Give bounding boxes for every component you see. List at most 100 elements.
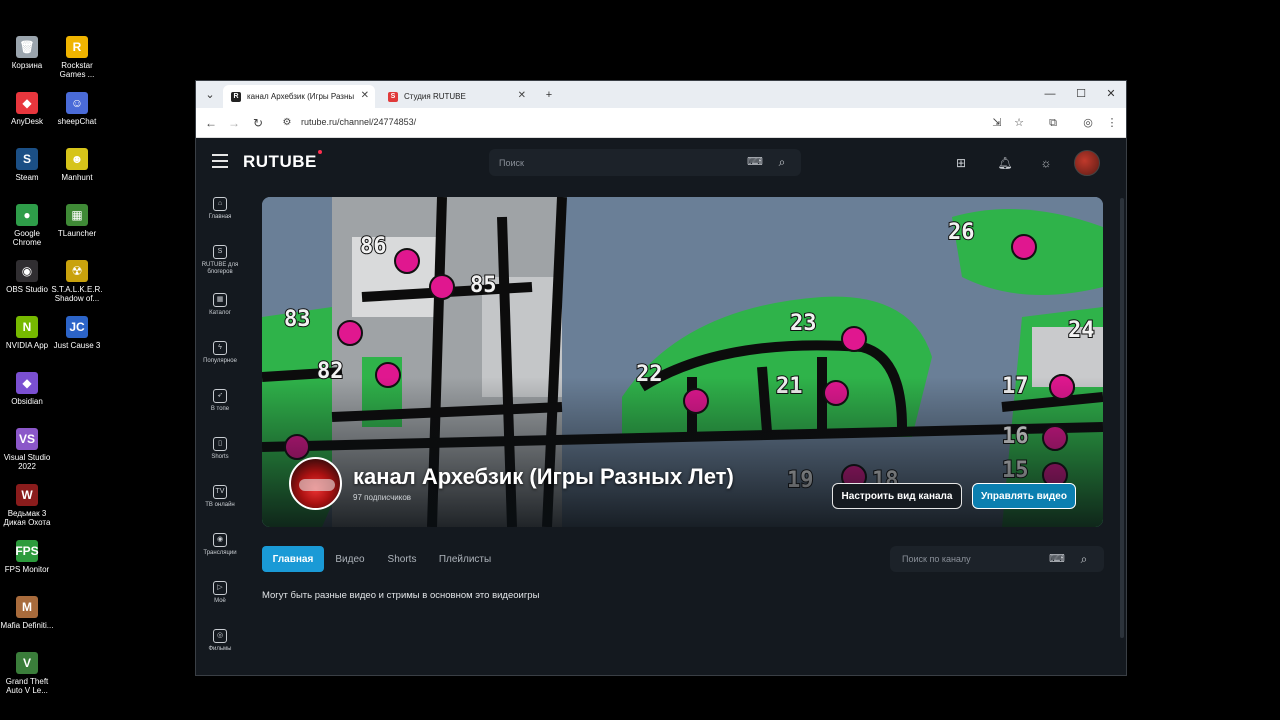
desktop-icon-label: Mafia Definiti... <box>0 621 54 630</box>
user-avatar[interactable] <box>1074 150 1100 176</box>
bookmark-star-icon[interactable]: ☆ <box>1011 115 1027 131</box>
search-icon[interactable]: ⌕ <box>774 154 790 170</box>
customize-channel-button[interactable]: Настроить вид канала <box>832 483 962 509</box>
desktop-icon-label: AnyDesk <box>10 117 43 126</box>
desktop-icon[interactable]: ▦ TLauncher <box>50 204 104 238</box>
channel-tab-playlists[interactable]: Плейлисты <box>434 546 496 572</box>
site-info-icon[interactable]: ⚙ <box>279 115 295 131</box>
desktop-icon-label: Obsidian <box>11 397 43 406</box>
desktop-icon[interactable]: JC Just Cause 3 <box>50 316 104 350</box>
app-icon: R <box>66 36 88 58</box>
desktop-icon[interactable]: N NVIDIA App <box>0 316 54 350</box>
desktop-icon[interactable]: ◆ Obsidian <box>0 372 54 406</box>
sidebar-item[interactable]: ϟ Популярное <box>196 341 244 365</box>
forward-icon[interactable]: → <box>226 115 242 131</box>
desktop-icon[interactable]: ☻ Manhunt <box>50 148 104 182</box>
desktop-icon-label: Rockstar Games ... <box>59 61 95 79</box>
url-field[interactable]: rutube.ru/channel/24774853/ <box>301 117 416 127</box>
maximize-icon[interactable]: ☐ <box>1071 86 1091 102</box>
map-pink-marker <box>394 248 420 274</box>
upload-icon[interactable]: ⊞ <box>953 155 969 171</box>
app-icon: VS <box>16 428 38 450</box>
keyboard-icon[interactable]: ⌨ <box>747 154 763 170</box>
notifications-bell-icon[interactable]: 🔔︎ <box>997 155 1013 171</box>
reload-icon[interactable]: ↻ <box>250 115 266 131</box>
sidebar-item[interactable]: S RUTUBE для блогеров <box>196 245 244 276</box>
desktop-icon[interactable]: S Steam <box>0 148 54 182</box>
sidebar-item-label: Shorts <box>211 454 229 460</box>
sidebar-item[interactable]: ➶ В топе <box>196 389 244 413</box>
desktop-icon[interactable]: 🗑 Корзина <box>0 36 54 70</box>
back-icon[interactable]: ← <box>203 115 219 131</box>
sidebar-item[interactable]: TV ТВ онлайн <box>196 485 244 509</box>
sidebar-item[interactable]: ◎ Фильмы <box>196 629 244 653</box>
desktop-icon[interactable]: VS Visual Studio 2022 <box>0 428 54 471</box>
minimize-icon[interactable]: — <box>1040 86 1060 102</box>
profile-icon[interactable]: ◎ <box>1080 115 1096 131</box>
tab-search-chevron-icon[interactable]: ⌄ <box>202 87 218 103</box>
sidebar-item-label: В топе <box>210 406 230 412</box>
desktop-icon[interactable]: R Rockstar Games ... <box>50 36 104 79</box>
desktop-icon-label: Steam <box>15 173 39 182</box>
map-pink-marker <box>429 274 455 300</box>
menu-kebab-icon[interactable]: ⋮ <box>1104 115 1120 131</box>
tab-studio[interactable]: S Студия RUTUBE ✕ <box>380 85 532 108</box>
manage-videos-button[interactable]: Управлять видео <box>972 483 1076 509</box>
browser-window: ⌄ R канал Архебзик (Игры Разны ✕ S Студи… <box>195 80 1127 676</box>
channel-tab-videos[interactable]: Видео <box>328 546 372 572</box>
desktop-icon[interactable]: W Ведьмак 3 Дикая Охота <box>0 484 54 527</box>
desktop-icon[interactable]: ☢ S.T.A.L.K.E.R. Shadow of... <box>50 260 104 303</box>
sidebar-item[interactable]: ▷ Моё <box>196 581 244 605</box>
sidebar-item-label: ТВ онлайн <box>205 502 235 508</box>
close-window-icon[interactable]: ✕ <box>1101 86 1121 102</box>
desktop-icon-label: S.T.A.L.K.E.R. Shadow of... <box>51 285 103 303</box>
address-bar: ← → ↻ ⚙ rutube.ru/channel/24774853/ ⇲ ☆ … <box>196 108 1126 138</box>
app-icon: JC <box>66 316 88 338</box>
channel-avatar[interactable] <box>289 457 342 510</box>
desktop-icon[interactable]: ● Google Chrome <box>0 204 54 247</box>
tab-close-icon[interactable]: ✕ <box>518 90 526 101</box>
desktop-icon[interactable]: ◉ OBS Studio <box>0 260 54 294</box>
desktop-icon-label: Корзина <box>11 61 43 70</box>
sidebar-item[interactable]: ⌂ Главная <box>196 197 244 221</box>
hamburger-menu-icon[interactable] <box>212 154 228 168</box>
channel-search-input[interactable] <box>902 552 1042 566</box>
sidebar-item-label: RUTUBE для блогеров <box>201 262 239 275</box>
map-zone-label: 85 <box>470 273 497 298</box>
search-icon[interactable]: ⌕ <box>1076 551 1092 567</box>
sidebar-item-icon: ◎ <box>213 629 227 643</box>
sidebar-item-icon: ϟ <box>213 341 227 355</box>
channel-tab-shorts[interactable]: Shorts <box>380 546 424 572</box>
desktop-icon[interactable]: ◆ AnyDesk <box>0 92 54 126</box>
keyboard-icon[interactable]: ⌨ <box>1049 551 1065 567</box>
sidebar-item-icon: ➶ <box>213 389 227 403</box>
sidebar-item[interactable]: ▯ Shorts <box>196 437 244 461</box>
subscriber-count: 97 подписчиков <box>353 493 412 502</box>
sidebar-item-icon: ◉ <box>213 533 227 547</box>
desktop-icon-label: Google Chrome <box>12 229 42 247</box>
page-scrollbar[interactable] <box>1120 198 1124 638</box>
sidebar-item-label: Главная <box>208 214 232 220</box>
rutube-page: RUTUBE ⌨ ⌕ ⊞ 🔔︎ ☼ ⌂ Главная S RUTUBE для бл… <box>196 138 1126 675</box>
sidebar-item[interactable]: ▦ Каталог <box>196 293 244 317</box>
desktop-icon[interactable]: M Mafia Definiti... <box>0 596 54 630</box>
map-zone-label: 24 <box>1068 318 1095 343</box>
desktop-icon[interactable]: V Grand Theft Auto V Le... <box>0 652 54 695</box>
sidebar-item-label: Популярное <box>203 358 237 364</box>
map-zone-label: 83 <box>284 307 311 332</box>
search-input[interactable] <box>499 155 739 170</box>
channel-tab-main[interactable]: Главная <box>262 546 324 572</box>
install-app-icon[interactable]: ⇲ <box>989 115 1005 131</box>
desktop-icon[interactable]: FPS FPS Monitor <box>0 540 54 574</box>
tab-channel[interactable]: R канал Архебзик (Игры Разны ✕ <box>223 85 375 108</box>
desktop-icon[interactable]: ☺ sheepChat <box>50 92 104 126</box>
new-tab-button[interactable]: + <box>541 87 557 103</box>
extensions-icon[interactable]: ⧉ <box>1045 115 1061 131</box>
app-icon: 🗑 <box>16 36 38 58</box>
desktop-icon-label: FPS Monitor <box>4 565 50 574</box>
sidebar-item[interactable]: ◉ Трансляции <box>196 533 244 557</box>
desktop: 🗑 Корзина R Rockstar Games ... ◆ AnyDesk ☺ shee… <box>0 0 1280 720</box>
rutube-logo[interactable]: RUTUBE <box>243 150 322 172</box>
tab-close-icon[interactable]: ✕ <box>361 90 369 101</box>
theme-sun-icon[interactable]: ☼ <box>1038 155 1054 171</box>
